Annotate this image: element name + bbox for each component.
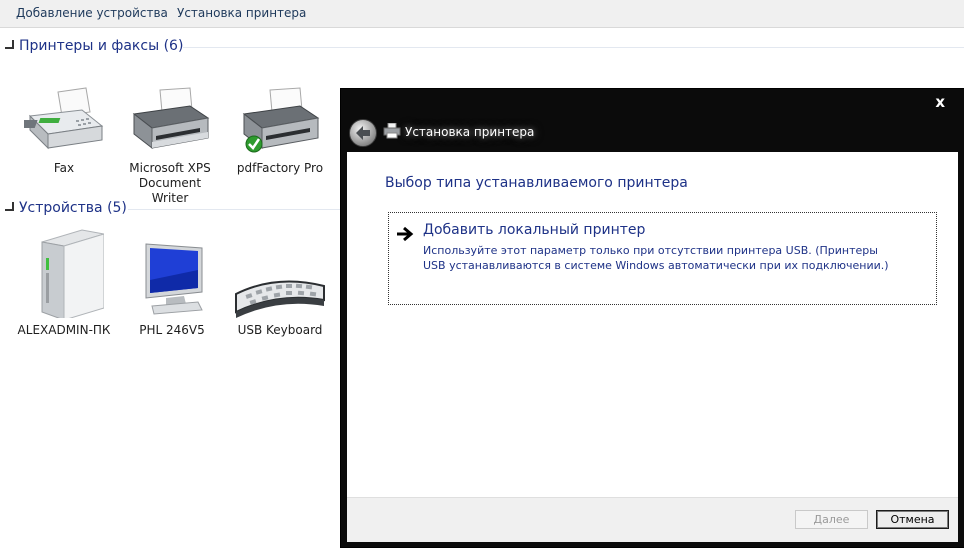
device-tile-xps-writer[interactable]: Microsoft XPS Document Writer <box>122 86 218 205</box>
group-label-printers: Принтеры и факсы (6) <box>19 38 184 54</box>
device-tile-computer[interactable]: ALEXADMIN-ПК <box>16 228 112 340</box>
wizard-heading: Выбор типа устанавливаемого принтера <box>385 175 688 191</box>
dialog-footer: Далее Отмена <box>347 497 958 542</box>
device-tile-fax[interactable]: Fax <box>16 86 112 178</box>
next-button[interactable]: Далее <box>795 510 868 529</box>
device-label: PHL 246V5 <box>139 323 205 337</box>
device-label: Fax <box>53 161 75 175</box>
device-label: ALEXADMIN-ПК <box>17 323 111 337</box>
device-tile-keyboard[interactable]: USB Keyboard <box>232 270 328 340</box>
group-label-devices: Устройства (5) <box>19 200 127 216</box>
add-local-printer-option[interactable]: Добавить локальный принтер Используйте э… <box>388 212 937 305</box>
add-printer-dialog: x Установка принтера Выбор типа устанавл… <box>340 88 964 548</box>
printer-icon <box>383 123 401 139</box>
group-header-printers[interactable]: Принтеры и факсы (6) <box>0 38 964 60</box>
arrow-right-icon <box>397 226 414 242</box>
command-bar: Добавление устройства Установка принтера <box>0 0 964 28</box>
cancel-button[interactable]: Отмена <box>876 510 949 529</box>
default-printer-icon <box>242 87 320 153</box>
device-label: USB Keyboard <box>237 323 323 337</box>
computer-icon <box>41 229 104 318</box>
option-title: Добавить локальный принтер <box>423 222 646 238</box>
fax-icon <box>24 87 104 150</box>
collapse-toggle-icon[interactable] <box>5 202 14 211</box>
device-label: pdfFactory Pro <box>236 161 324 175</box>
back-button[interactable] <box>349 119 377 147</box>
dialog-title: Установка принтера <box>405 125 535 139</box>
keyboard-icon <box>235 280 325 318</box>
dialog-content: Выбор типа устанавливаемого принтера Доб… <box>347 152 958 497</box>
option-description: Используйте этот параметр только при отс… <box>423 244 889 272</box>
add-printer-button[interactable]: Установка принтера <box>177 6 306 20</box>
printer-icon <box>132 87 210 150</box>
collapse-toggle-icon[interactable] <box>5 40 14 49</box>
back-arrow-icon <box>356 126 370 140</box>
add-device-button[interactable]: Добавление устройства <box>16 6 168 20</box>
group-divider <box>183 47 964 48</box>
device-label-line: Microsoft XPS <box>129 161 211 175</box>
monitor-icon <box>145 243 203 315</box>
device-tile-monitor[interactable]: PHL 246V5 <box>124 240 220 340</box>
device-tile-pdffactory[interactable]: pdfFactory Pro <box>232 86 328 178</box>
close-icon[interactable]: x <box>935 93 945 111</box>
